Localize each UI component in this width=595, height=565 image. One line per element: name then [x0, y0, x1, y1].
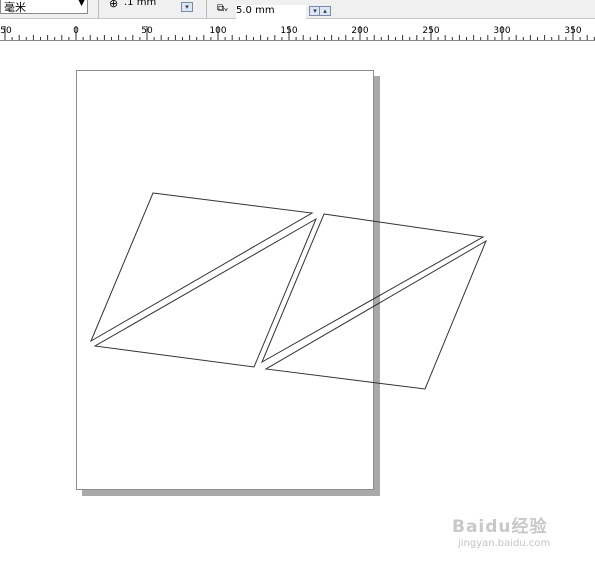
drawing-canvas	[89, 192, 488, 390]
triangle-shape-3[interactable]	[260, 213, 485, 364]
watermark-url: jingyan.baidu.com	[458, 538, 551, 549]
watermark-logo: Baidu经验	[452, 517, 548, 537]
triangle-shape-1[interactable]	[89, 192, 314, 343]
triangle-shape-2[interactable]	[93, 217, 318, 368]
triangle-shape-4[interactable]	[264, 239, 488, 390]
baidu-jingyan-watermark: Baidu经验 jingyan.baidu.com	[452, 512, 572, 560]
